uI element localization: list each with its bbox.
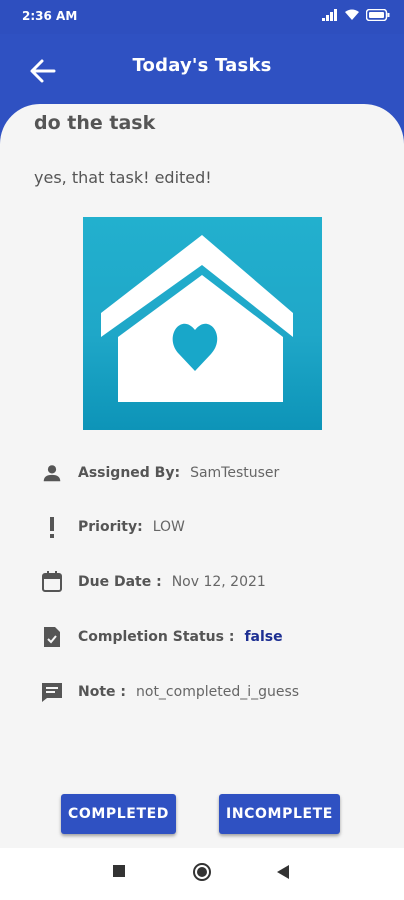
app-bar: Today's Tasks xyxy=(0,34,404,106)
task-description: yes, that task! edited! xyxy=(34,168,212,187)
detail-due-date: Due Date : Nov 12, 2021 xyxy=(38,567,266,597)
status-time: 2:36 AM xyxy=(22,9,78,23)
detail-priority: Priority: LOW xyxy=(38,512,185,542)
battery-icon xyxy=(366,9,390,21)
back-nav-icon[interactable] xyxy=(276,864,290,880)
completed-button[interactable]: COMPLETED xyxy=(61,794,176,834)
priority-value: LOW xyxy=(152,519,185,535)
incomplete-button[interactable]: INCOMPLETE xyxy=(219,794,340,834)
completion-status-value: false xyxy=(244,629,283,645)
signal-icon xyxy=(322,9,337,21)
task-image xyxy=(83,217,322,430)
assigned-by-value: SamTestuser xyxy=(190,465,280,481)
detail-note: Note : not_completed_i_guess xyxy=(38,677,299,707)
assigned-by-label: Assigned By: xyxy=(78,465,181,481)
calendar-icon xyxy=(38,568,66,596)
person-icon xyxy=(38,459,66,487)
home-icon[interactable] xyxy=(192,862,212,882)
exclamation-icon xyxy=(38,513,66,541)
task-title: do the task xyxy=(34,112,156,134)
due-date-label: Due Date : xyxy=(78,574,162,590)
completion-status-label: Completion Status : xyxy=(78,629,235,645)
house-heart-icon xyxy=(101,235,293,402)
detail-assigned-by: Assigned By: SamTestuser xyxy=(38,458,279,488)
note-label: Note : xyxy=(78,684,126,700)
task-detail-card: do the task yes, that task! edited! Assi… xyxy=(0,104,404,848)
recent-apps-icon[interactable] xyxy=(112,864,126,878)
detail-completion-status: Completion Status : false xyxy=(38,622,283,652)
wifi-icon xyxy=(345,9,359,20)
status-bar: 2:36 AM xyxy=(0,0,404,34)
status-icons xyxy=(322,9,390,21)
navigation-bar xyxy=(0,848,404,900)
note-icon xyxy=(38,678,66,706)
due-date-value: Nov 12, 2021 xyxy=(171,574,266,590)
clipboard-check-icon xyxy=(38,623,66,651)
priority-label: Priority: xyxy=(78,519,143,535)
page-title: Today's Tasks xyxy=(132,55,272,76)
note-value: not_completed_i_guess xyxy=(136,684,300,700)
